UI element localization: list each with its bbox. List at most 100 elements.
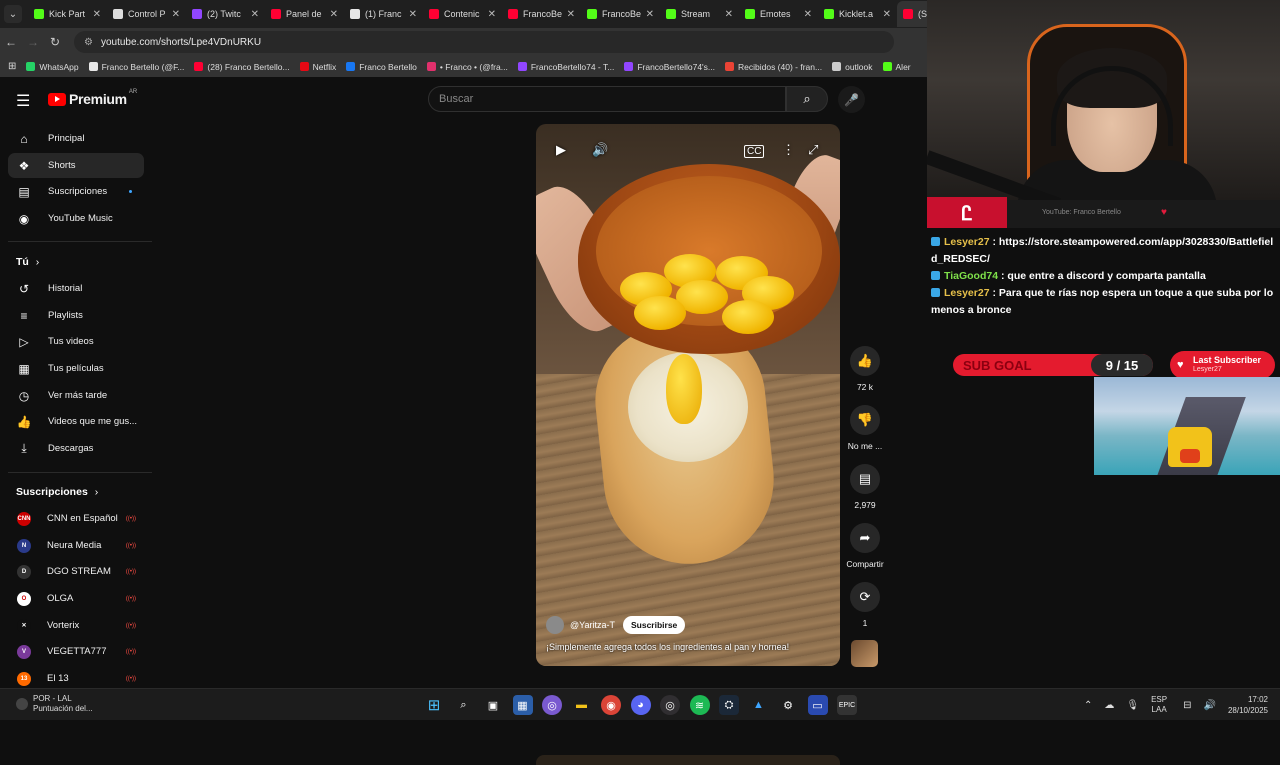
network-tray-icon[interactable]: ☁ <box>1104 700 1114 711</box>
browser-tab[interactable]: Control P ✕ <box>107 1 186 27</box>
browser-tab[interactable]: (S✕ <box>897 1 927 27</box>
voice-search-button[interactable]: 🎤 <box>838 86 865 113</box>
sidebar-item[interactable]: ↺ Historial <box>8 276 144 301</box>
store-icon[interactable]: ▦ <box>512 695 533 715</box>
subscription-item[interactable]: N Neura Media ((•)) <box>8 533 144 558</box>
epic-games-icon[interactable]: EPIC <box>837 695 857 715</box>
app-icon[interactable]: ⚙ <box>778 695 798 715</box>
fullscreen-icon[interactable]: ⤢ <box>808 142 818 158</box>
sidebar-item[interactable]: ⤓ Descargas <box>8 436 144 461</box>
sidebar-item[interactable]: ▦ Tus películas <box>8 356 144 381</box>
tab-search-button[interactable]: ⌄ <box>4 5 22 23</box>
share-action[interactable]: ➦ Compartir <box>844 523 886 569</box>
chevron-up-icon[interactable]: ⌃ <box>1084 700 1092 711</box>
browser-tab[interactable]: Panel de ✕ <box>265 1 344 27</box>
sidebar-item[interactable]: 👍 Videos que me gus... <box>8 409 144 434</box>
comment-icon[interactable]: ▤ <box>850 464 880 494</box>
reload-icon[interactable]: ↻ <box>44 35 66 49</box>
close-tab-icon[interactable]: ✕ <box>93 9 101 20</box>
sidebar-item[interactable]: ◉ YouTube Music <box>8 206 144 231</box>
windows-start-icon[interactable]: ⊞ <box>424 695 444 715</box>
language-indicator[interactable]: ESP LAA <box>1151 695 1167 715</box>
forward-icon[interactable]: → <box>22 35 44 49</box>
more-options-icon[interactable]: ⋮ <box>782 142 795 158</box>
remix-icon[interactable]: ⟳ <box>850 582 880 612</box>
subscription-item[interactable]: D DGO STREAM ((•)) <box>8 559 144 584</box>
audio-thumbnail[interactable] <box>851 640 878 667</box>
url-field[interactable]: ⚙ youtube.com/shorts/Lpe4VDnURKU <box>74 31 894 53</box>
sidebar-item[interactable]: ⌂ Principal <box>8 126 144 151</box>
bookmark-item[interactable]: Aler <box>882 62 911 72</box>
close-tab-icon[interactable]: ✕ <box>409 9 417 20</box>
dislike-icon[interactable]: 👎 <box>850 405 880 435</box>
browser-tab[interactable]: Emotes ✕ <box>739 1 818 27</box>
browser-tab[interactable]: Contenic ✕ <box>423 1 502 27</box>
bookmark-item[interactable]: Franco Bertello <box>346 62 417 72</box>
dislike-action[interactable]: 👎 No me ... <box>844 405 886 451</box>
bookmark-item[interactable]: Franco Bertello (@F... <box>88 62 184 72</box>
play-button[interactable]: ▶ <box>556 142 566 158</box>
bookmark-item[interactable]: • Franco • (@fra... <box>426 62 508 72</box>
browser-tab[interactable]: (1) Franc ✕ <box>344 1 423 27</box>
browser-tab[interactable]: Kicklet.a ✕ <box>818 1 897 27</box>
bookmark-item[interactable]: (28) Franco Bertello... <box>194 62 290 72</box>
apps-icon[interactable]: ⊞ <box>8 61 16 72</box>
search-button[interactable]: ⌕ <box>786 86 828 112</box>
site-info-icon[interactable]: ⚙ <box>84 37 93 48</box>
wifi-icon[interactable]: ⊟ <box>1183 700 1191 711</box>
close-tab-icon[interactable]: ✕ <box>251 9 259 20</box>
browser-tab[interactable]: (2) Twitc ✕ <box>186 1 265 27</box>
channel-avatar[interactable] <box>546 616 564 634</box>
sidebar-item[interactable]: ▤ Suscripciones <box>8 179 144 204</box>
bookmark-item[interactable]: outlook <box>832 62 873 72</box>
mic-tray-icon[interactable]: 🎙 <box>1126 700 1139 711</box>
like-action[interactable]: 👍 72 k <box>844 346 886 392</box>
close-tab-icon[interactable]: ✕ <box>883 9 891 20</box>
close-tab-icon[interactable]: ✕ <box>330 9 338 20</box>
bookmark-item[interactable]: Netflix <box>299 62 336 72</box>
task-view-icon[interactable]: ▣ <box>483 695 503 715</box>
sidebar-item[interactable]: ◷ Ver más tarde <box>8 383 144 408</box>
comments-action[interactable]: ▤ 2,979 <box>844 464 886 510</box>
youtube-logo[interactable]: Premium AR <box>48 89 137 107</box>
chrome-icon[interactable]: ◉ <box>601 695 621 715</box>
subscription-item[interactable]: V VEGETTA777 ((•)) <box>8 639 144 664</box>
search-input[interactable]: Buscar <box>428 86 786 112</box>
subscription-item[interactable]: CNN CNN en Español ((•)) <box>8 506 144 531</box>
browser-tab[interactable]: FrancoBe ✕ <box>581 1 660 27</box>
bookmark-item[interactable]: FrancoBertello74's... <box>624 62 715 72</box>
sidebar-item[interactable]: ❖ Shorts <box>8 153 144 178</box>
spotify-icon[interactable]: ≋ <box>689 695 710 715</box>
app-icon[interactable]: ▲ <box>749 695 769 715</box>
sidebar-item[interactable]: ▷ Tus videos <box>8 329 144 354</box>
you-section-header[interactable]: Tú › <box>16 256 39 268</box>
weather-widget[interactable]: POR - LAL Puntuación del... <box>16 694 93 714</box>
search-icon[interactable]: ⌕ <box>454 695 474 715</box>
obs-icon[interactable]: ◎ <box>660 695 680 715</box>
subscription-item[interactable]: ✕ Vorterix ((•)) <box>8 613 144 638</box>
subscription-item[interactable]: O OLGA ((•)) <box>8 586 144 611</box>
bookmark-item[interactable]: FrancoBertello74 - T... <box>517 62 614 72</box>
file-explorer-icon[interactable]: ▬ <box>572 695 592 715</box>
next-short-preview[interactable] <box>536 755 840 765</box>
browser-tab[interactable]: Kick Part ✕ <box>28 1 107 27</box>
close-tab-icon[interactable]: ✕ <box>567 9 575 20</box>
browser-tab[interactable]: FrancoBe ✕ <box>502 1 581 27</box>
channel-name[interactable]: @Yaritza-T <box>570 620 615 630</box>
short-video-player[interactable]: ▶ 🔊 CC ⋮ ⤢ @Yaritza-T Suscribirse ¡Simpl… <box>536 124 840 666</box>
bookmark-item[interactable]: Recibidos (40) - fran... <box>725 62 822 72</box>
clock[interactable]: 17:02 28/10/2025 <box>1228 694 1268 716</box>
close-tab-icon[interactable]: ✕ <box>725 9 733 20</box>
browser-tab[interactable]: Stream ✕ <box>660 1 739 27</box>
bookmark-item[interactable]: WhatsApp <box>26 62 79 72</box>
volume-icon[interactable]: 🔊 <box>592 142 608 158</box>
sidebar-item[interactable]: ≡ Playlists <box>8 303 144 328</box>
subscriptions-section-header[interactable]: Suscripciones › <box>16 486 98 498</box>
steam-icon[interactable]: ⛭ <box>719 695 739 715</box>
like-icon[interactable]: 👍 <box>850 346 880 376</box>
back-icon[interactable]: ← <box>0 35 22 49</box>
volume-icon[interactable]: 🔊 <box>1204 700 1216 711</box>
remix-action[interactable]: ⟳ 1 <box>844 582 886 628</box>
close-tab-icon[interactable]: ✕ <box>172 9 180 20</box>
close-tab-icon[interactable]: ✕ <box>488 9 496 20</box>
